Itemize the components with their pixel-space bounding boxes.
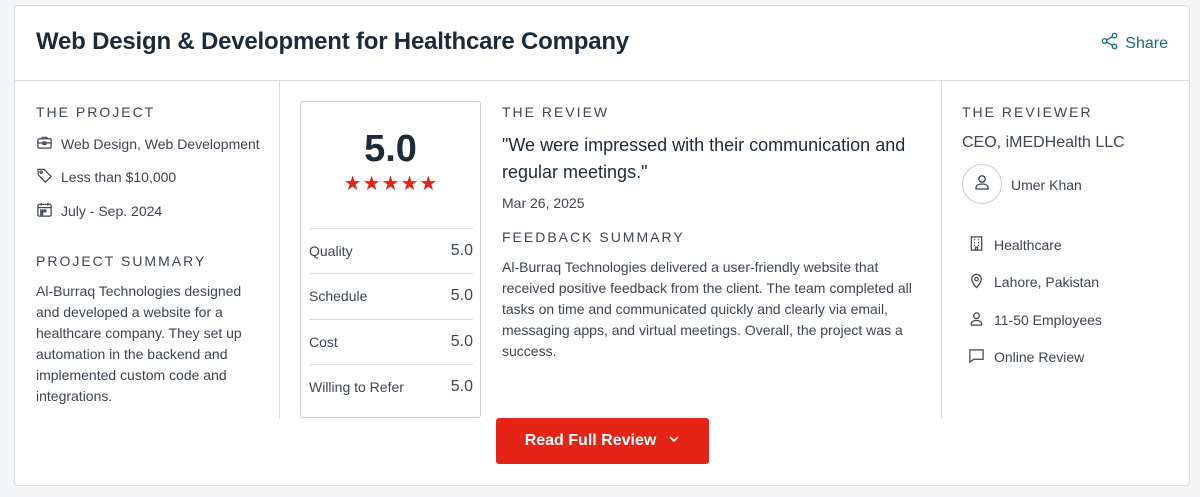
star-icon: ★ bbox=[400, 173, 419, 195]
project-budget: Less than $10,000 bbox=[36, 167, 176, 187]
summary-line: Al-Burraq Technologies designed bbox=[36, 283, 242, 299]
reviewer-location: Lahore, Pakistan bbox=[968, 272, 1099, 292]
feedback-line: Al-Burraq Technologies delivered a user-… bbox=[502, 259, 879, 275]
share-button[interactable]: Share bbox=[1101, 32, 1168, 55]
review-date: Mar 26, 2025 bbox=[502, 195, 585, 211]
share-label: Share bbox=[1125, 34, 1168, 52]
user-icon bbox=[973, 173, 991, 196]
rating-value: 5.0 bbox=[450, 333, 473, 350]
star-icon: ★ bbox=[381, 173, 400, 195]
rating-value: 5.0 bbox=[450, 242, 473, 259]
project-summary-label: PROJECT SUMMARY bbox=[36, 253, 207, 269]
project-summary: Al-Burraq Technologies designed and deve… bbox=[36, 281, 271, 407]
chevron-down-icon bbox=[668, 432, 680, 450]
avatar bbox=[962, 164, 1002, 204]
reviewer-review-type: Online Review bbox=[968, 347, 1084, 367]
feedback-line: tasks on time and communicated quickly a… bbox=[502, 301, 888, 317]
review-header: Web Design & Development for Healthcare … bbox=[15, 6, 1189, 81]
reviewer-name: Umer Khan bbox=[1011, 177, 1082, 193]
rating-label: Quality bbox=[309, 243, 353, 259]
star-rating: ★ ★ ★ ★ ★ bbox=[301, 174, 480, 194]
summary-line: implemented custom code and bbox=[36, 367, 227, 383]
reviewer-role: CEO, iMEDHealth LLC bbox=[962, 134, 1125, 151]
tag-icon bbox=[36, 167, 53, 187]
rating-row-schedule: Schedule 5.0 bbox=[309, 273, 473, 318]
timeline-text: July - Sep. 2024 bbox=[61, 203, 163, 219]
column-divider bbox=[279, 81, 280, 418]
summary-line: automation in the backend and bbox=[36, 346, 228, 362]
star-icon: ★ bbox=[343, 173, 362, 195]
calendar-icon bbox=[36, 201, 53, 221]
project-timeline: July - Sep. 2024 bbox=[36, 201, 162, 221]
rating-box: 5.0 ★ ★ ★ ★ ★ Quality 5.0 Schedule 5.0 C… bbox=[300, 101, 481, 418]
share-icon bbox=[1101, 32, 1119, 55]
summary-line: integrations. bbox=[36, 388, 113, 404]
overall-rating: 5.0 bbox=[364, 128, 417, 170]
review-section-label: THE REVIEW bbox=[502, 104, 610, 120]
project-section-label: THE PROJECT bbox=[36, 104, 156, 120]
services-text: Web Design, Web Development bbox=[61, 136, 260, 152]
rating-value: 5.0 bbox=[450, 287, 473, 304]
summary-line: healthcare company. They set up bbox=[36, 325, 242, 341]
rating-label: Schedule bbox=[309, 288, 368, 304]
building-icon bbox=[968, 235, 985, 255]
feedback-line: messaging apps, and virtual meetings. Ov… bbox=[502, 322, 903, 338]
rating-row-willing-to-refer: Willing to Refer 5.0 bbox=[309, 364, 473, 409]
review-quote: "We were impressed with their communicat… bbox=[502, 132, 932, 186]
map-pin-icon bbox=[968, 272, 985, 292]
reviewer-section-label: THE REVIEWER bbox=[962, 104, 1093, 120]
budget-text: Less than $10,000 bbox=[61, 169, 177, 185]
company-size-text: 11-50 Employees bbox=[994, 312, 1102, 328]
rating-value: 5.0 bbox=[450, 378, 473, 395]
read-full-review-button[interactable]: Read Full Review bbox=[496, 418, 709, 464]
rating-label: Willing to Refer bbox=[309, 379, 404, 395]
star-icon: ★ bbox=[419, 173, 438, 195]
rating-row-cost: Cost 5.0 bbox=[309, 319, 473, 364]
briefcase-icon bbox=[36, 134, 53, 154]
industry-text: Healthcare bbox=[994, 237, 1062, 253]
quote-line: "We were impressed with their communicat… bbox=[502, 135, 906, 155]
read-full-review-label: Read Full Review bbox=[524, 432, 657, 449]
chat-bubble-icon bbox=[968, 347, 985, 367]
reviewer-industry: Healthcare bbox=[968, 235, 1062, 255]
feedback-summary: Al-Burraq Technologies delivered a user-… bbox=[502, 257, 932, 362]
project-services: Web Design, Web Development bbox=[36, 134, 260, 154]
star-icon: ★ bbox=[362, 173, 381, 195]
review-type-text: Online Review bbox=[994, 349, 1085, 365]
quote-line: regular meetings." bbox=[502, 162, 648, 182]
rating-row-quality: Quality 5.0 bbox=[309, 228, 473, 273]
summary-line: and developed a website for a bbox=[36, 304, 223, 320]
review-title: Web Design & Development for Healthcare … bbox=[36, 28, 629, 55]
feedback-line: received positive feedback from the clie… bbox=[502, 280, 912, 296]
column-divider bbox=[941, 81, 942, 418]
review-card: Web Design & Development for Healthcare … bbox=[14, 5, 1190, 486]
rating-label: Cost bbox=[309, 334, 338, 350]
reviewer-company-size: 11-50 Employees bbox=[968, 310, 1102, 330]
location-text: Lahore, Pakistan bbox=[994, 274, 1100, 290]
feedback-line: success. bbox=[502, 343, 557, 359]
feedback-summary-label: FEEDBACK SUMMARY bbox=[502, 229, 685, 245]
user-icon bbox=[968, 310, 985, 330]
